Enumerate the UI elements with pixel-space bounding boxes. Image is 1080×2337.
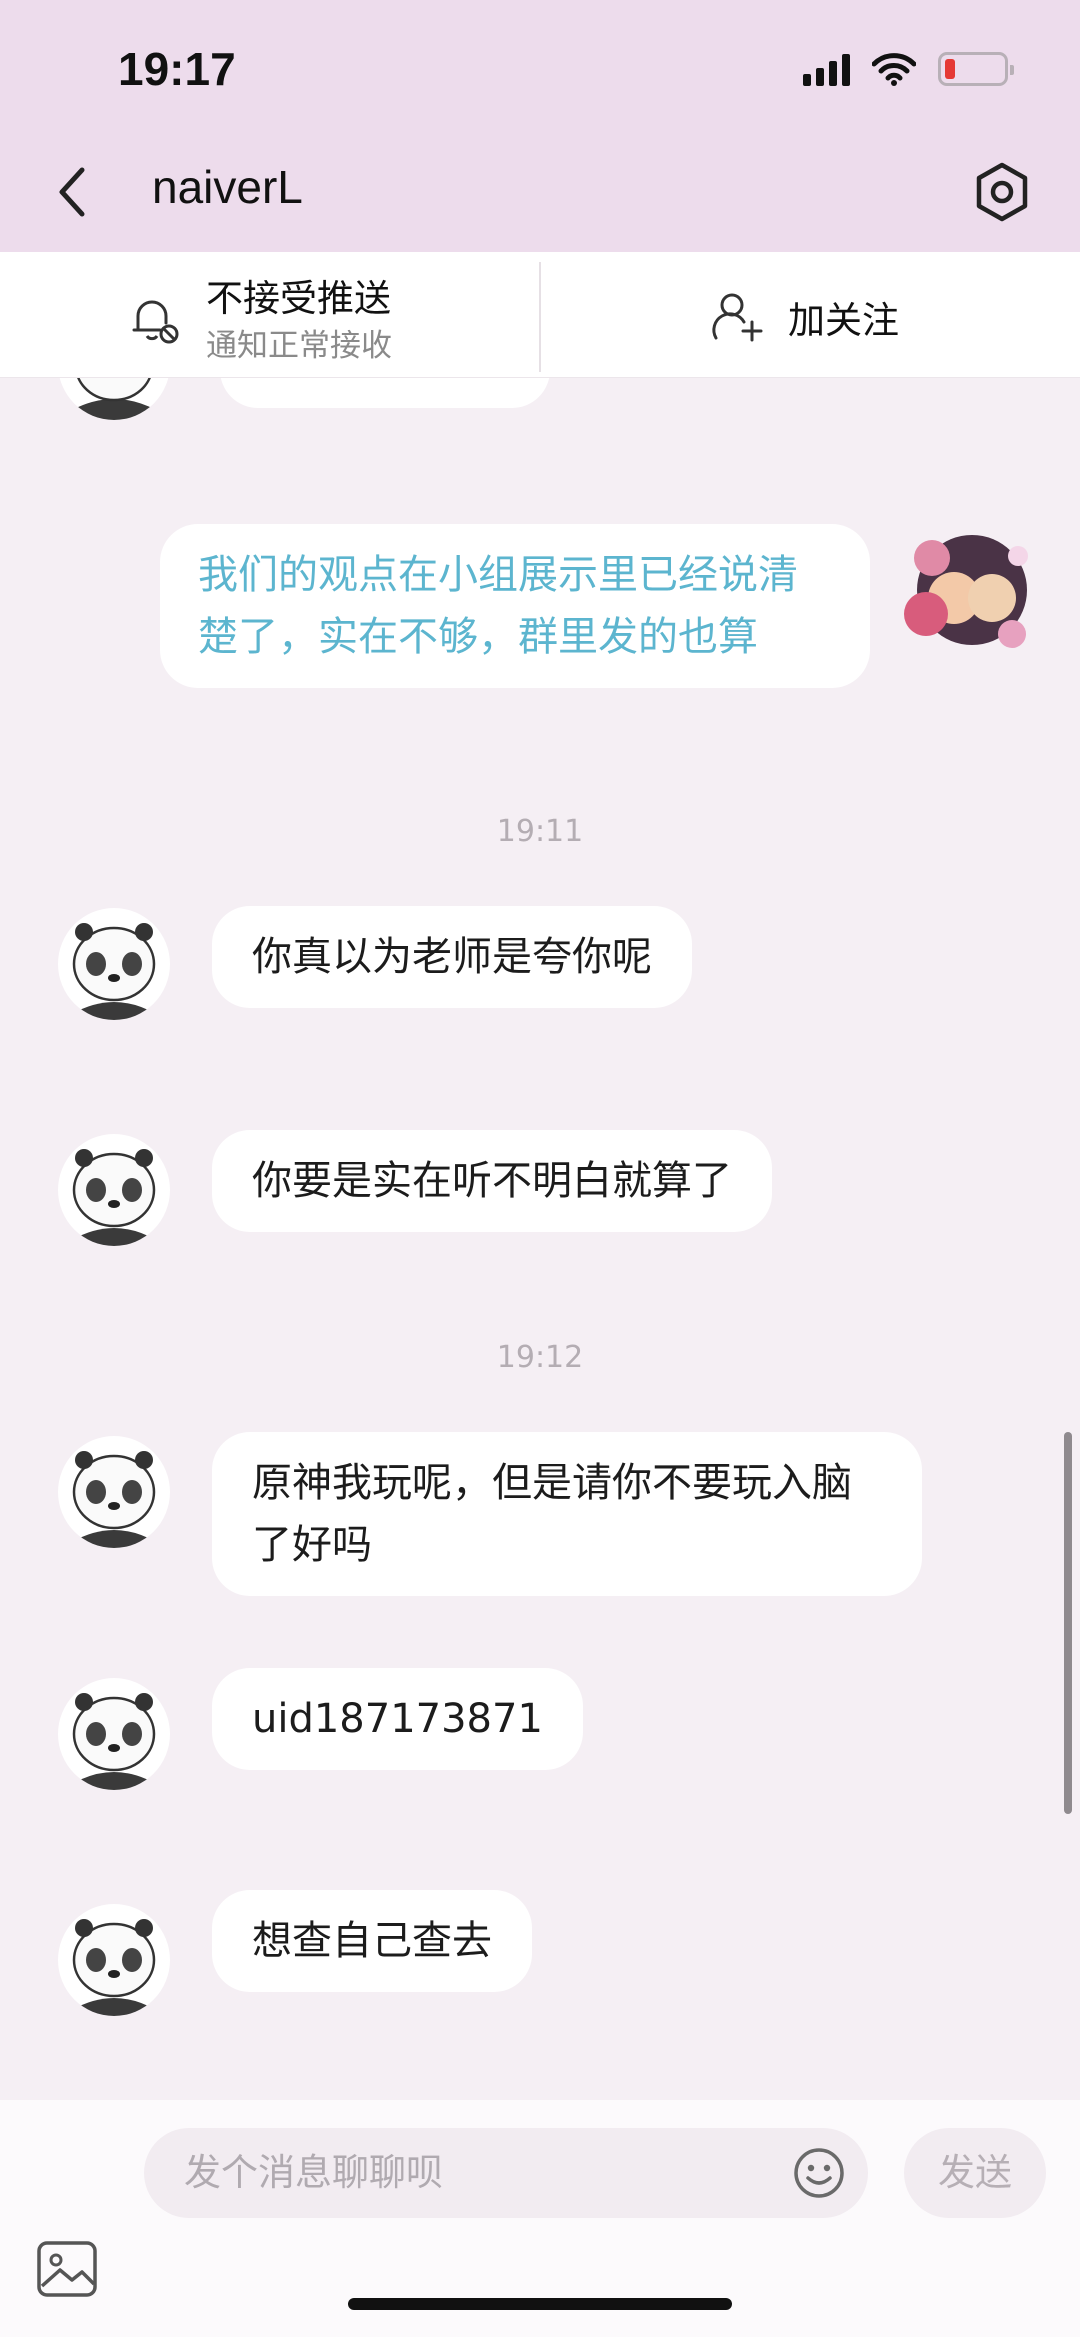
message-text: uid187173871 [252, 1696, 543, 1742]
panda-avatar-icon [72, 1919, 156, 2016]
user-avatar[interactable] [58, 1904, 170, 2016]
signal-icon [803, 52, 850, 86]
settings-icon[interactable] [970, 160, 1034, 224]
emoji-icon[interactable] [792, 2146, 846, 2200]
follow-label: 加关注 [788, 299, 899, 342]
message-text: 想查自己查去 [252, 1918, 492, 1964]
message-bubble-other: 原神我玩呢，但是请你不要玩入脑了好吗 [212, 1432, 922, 1596]
panda-avatar-icon [72, 1149, 156, 1246]
user-avatar[interactable] [58, 1678, 170, 1790]
message-text: 你真以为老师是夸你呢 [252, 934, 652, 980]
message-bubble-self: 我们的观点在小组展示里已经说清楚了，实在不够，群里发的也算 [160, 524, 870, 688]
panda-avatar-icon [72, 1451, 156, 1548]
message-bubble-other: 你要是实在听不明白就算了 [212, 1130, 772, 1232]
follow-button[interactable]: 加关注 [540, 252, 1080, 378]
message-bubble-other: uid187173871 [212, 1668, 583, 1770]
panda-avatar-icon [59, 378, 169, 420]
action-bar: 不接受推送 通知正常接收 加关注 [0, 252, 1080, 378]
my-avatar[interactable] [892, 518, 1042, 668]
panda-avatar-icon [72, 923, 156, 1020]
status-icons [803, 52, 1014, 86]
user-avatar[interactable] [58, 378, 170, 420]
timestamp: 19:12 [496, 1340, 584, 1375]
send-button[interactable]: 发送 [904, 2128, 1046, 2218]
wifi-icon [872, 53, 916, 86]
user-avatar[interactable] [58, 908, 170, 1020]
home-indicator[interactable] [348, 2298, 732, 2310]
anime-avatar-icon [904, 535, 1028, 648]
push-subtitle: 通知正常接收 [206, 328, 392, 364]
panda-avatar-icon [72, 1693, 156, 1790]
message-bubble-partial [220, 378, 550, 408]
chat-area[interactable]: 我们的观点在小组展示里已经说清楚了，实在不够，群里发的也算 19:11 你真以为… [0, 378, 1080, 2100]
chat-scrollbar[interactable] [1064, 1432, 1072, 1814]
back-arrow-icon[interactable] [52, 162, 92, 222]
battery-icon [938, 52, 1014, 86]
chat-title: naiverL [152, 161, 303, 213]
push-setting-button[interactable]: 不接受推送 通知正常接收 [0, 252, 540, 378]
message-text: 你要是实在听不明白就算了 [252, 1158, 732, 1204]
message-bubble-other: 想查自己查去 [212, 1890, 532, 1992]
image-picker-icon[interactable] [36, 2240, 98, 2298]
status-time: 19:17 [118, 43, 236, 95]
push-title: 不接受推送 [206, 277, 391, 320]
message-input[interactable]: 发个消息聊聊呗 [144, 2128, 868, 2218]
message-text: 原神我玩呢，但是请你不要玩入脑了好吗 [252, 1460, 852, 1568]
message-bubble-other: 你真以为老师是夸你呢 [212, 906, 692, 1008]
bell-off-icon [132, 300, 179, 344]
timestamp: 19:11 [496, 814, 584, 849]
header-bar: 19:17 naiverL [0, 0, 1080, 252]
user-avatar[interactable] [58, 1134, 170, 1246]
user-avatar[interactable] [58, 1436, 170, 1548]
add-user-icon [712, 293, 763, 342]
message-text: 我们的观点在小组展示里已经说清楚了，实在不够，群里发的也算 [198, 552, 798, 660]
